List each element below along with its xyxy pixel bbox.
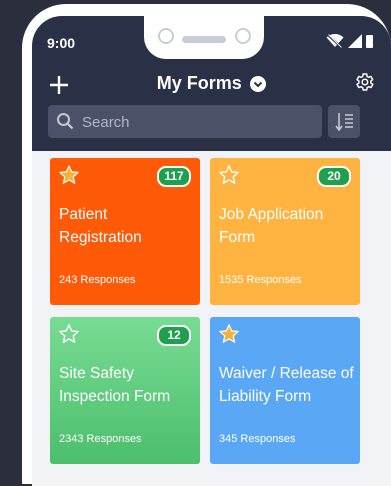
form-responses: 243 Responses: [59, 274, 136, 286]
star-outline-icon[interactable]: [218, 164, 240, 186]
top-bar: 9:00 My Forms: [32, 16, 391, 151]
sort-icon: [335, 113, 353, 132]
form-card[interactable]: 12 Site Safety Inspection Form 2343 Resp…: [50, 317, 200, 464]
star-filled-icon[interactable]: [218, 323, 240, 345]
star-filled-icon[interactable]: [58, 164, 80, 186]
form-name: Patient Registration: [59, 206, 142, 246]
star-outline-icon[interactable]: [58, 323, 80, 345]
app-screen: 9:00 My Forms Search 117 Patient Registr…: [32, 16, 391, 486]
signal-icon: [348, 34, 362, 48]
gear-icon[interactable]: [353, 71, 375, 93]
form-name: Waiver / Release of Liability Form: [219, 365, 354, 405]
form-name: Job Application Form: [219, 206, 324, 246]
form-card[interactable]: Waiver / Release of Liability Form 345 R…: [210, 317, 360, 464]
search-icon: [57, 113, 74, 130]
form-card[interactable]: 117 Patient Registration 243 Responses: [50, 158, 200, 305]
search-box[interactable]: [48, 105, 322, 140]
form-name: Site Safety Inspection Form: [59, 365, 171, 405]
response-count-badge: 12: [157, 325, 191, 346]
sensor-icon: [235, 28, 251, 44]
wifi-icon: [326, 34, 344, 48]
status-icons: [326, 34, 373, 48]
form-responses: 2343 Responses: [59, 433, 142, 445]
sort-button[interactable]: [328, 105, 360, 138]
speaker-icon: [182, 36, 226, 43]
search-input[interactable]: [80, 105, 320, 140]
response-count-badge: 20: [317, 166, 351, 187]
status-time: 9:00: [47, 35, 76, 51]
form-card[interactable]: 20 Job Application Form 1535 Responses: [210, 158, 360, 305]
camera-icon: [158, 28, 174, 44]
header: My Forms: [32, 68, 391, 102]
battery-icon: [366, 35, 373, 48]
phone-notch: [144, 16, 264, 59]
page-title: My Forms: [156, 73, 242, 93]
chevron-down-icon: [250, 75, 267, 92]
response-count-badge: 117: [157, 166, 191, 187]
form-responses: 1535 Responses: [219, 274, 302, 286]
form-responses: 345 Responses: [219, 433, 296, 445]
title-dropdown[interactable]: My Forms: [32, 73, 391, 94]
